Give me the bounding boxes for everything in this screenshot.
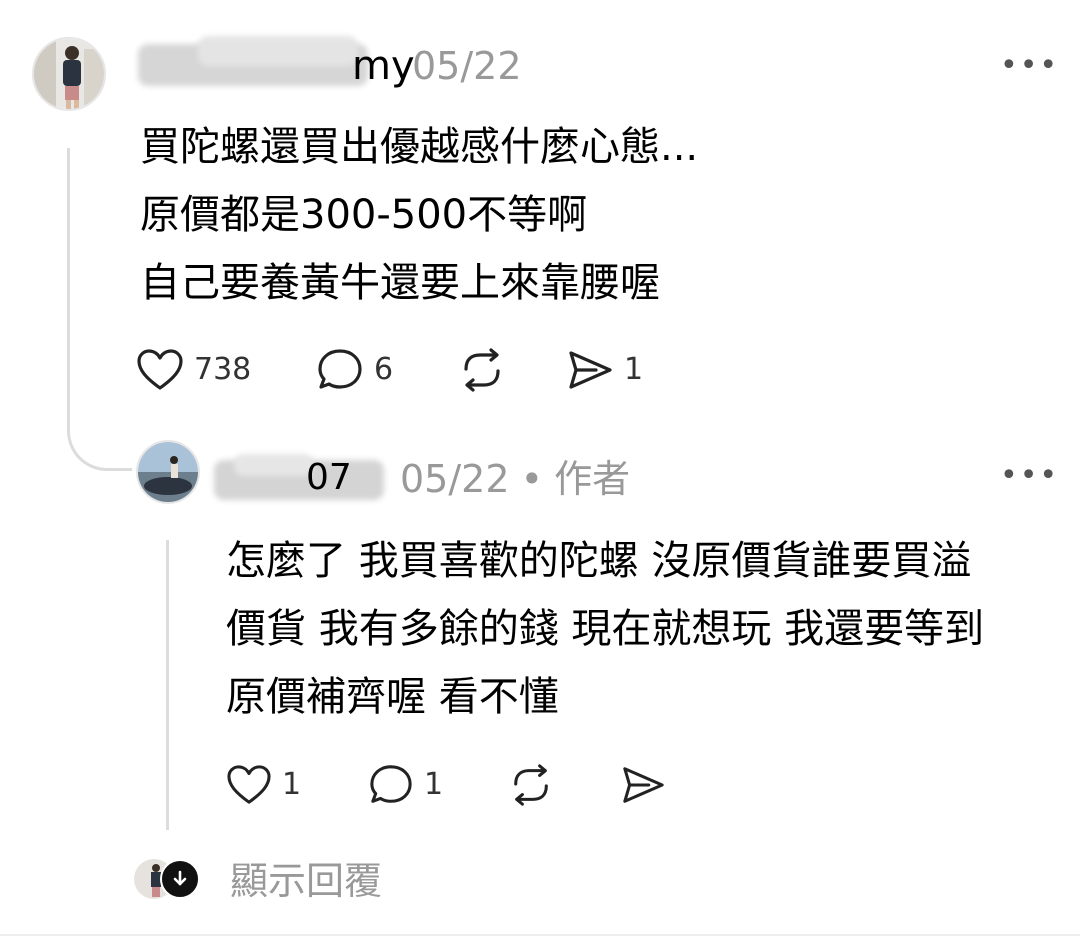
heart-icon xyxy=(137,349,183,390)
share-count: 1 xyxy=(624,352,644,387)
reply-username[interactable]: 07 xyxy=(214,454,394,506)
post-body-line: 原價都是300-500不等啊 xyxy=(140,192,588,238)
meta-separator: • xyxy=(520,457,544,501)
send-icon xyxy=(623,767,664,803)
heart-icon xyxy=(227,765,271,804)
post-username[interactable]: my xyxy=(138,36,415,92)
comment-button[interactable]: 6 xyxy=(316,345,393,395)
show-replies-label: 顯示回覆 xyxy=(230,859,383,903)
post-more-menu-icon[interactable]: ••• xyxy=(1000,51,1059,81)
reply-meta: 05/22 • 作者 xyxy=(400,455,630,503)
thread-view: my 05/22 ••• 買陀螺還買出優越感什麼心態... 原價都是300-50… xyxy=(0,0,1080,939)
reply-comment-button[interactable]: 1 xyxy=(368,760,443,810)
reply-avatar[interactable] xyxy=(136,440,200,504)
reply-more-menu-icon[interactable]: ••• xyxy=(1000,461,1059,491)
reply-actions: 1 1 xyxy=(226,760,686,810)
reply-like-button[interactable]: 1 xyxy=(226,760,301,810)
bottom-divider xyxy=(0,934,1080,936)
post-date: 05/22 xyxy=(412,44,522,88)
arrow-down-icon xyxy=(160,859,200,899)
post-body-line: 自己要養黃牛還要上來靠腰喔 xyxy=(140,260,660,306)
comment-icon xyxy=(318,349,362,389)
reply-share-button[interactable] xyxy=(620,760,666,810)
repost-icon xyxy=(514,764,548,806)
reply-body-line: 原價補齊喔 看不懂 xyxy=(226,674,559,720)
post-avatar[interactable] xyxy=(32,37,106,111)
post-actions: 738 6 1 xyxy=(136,345,696,395)
like-button[interactable]: 738 xyxy=(136,345,251,395)
author-badge: 作者 xyxy=(554,457,631,501)
share-button[interactable]: 1 xyxy=(566,345,643,395)
reply-body-line: 怎麼了 我買喜歡的陀螺 沒原價貨誰要買溢 xyxy=(226,538,972,584)
show-replies-button[interactable]: 顯示回覆 xyxy=(134,855,434,909)
repost-icon xyxy=(464,348,500,392)
reply-body-line: 價貨 我有多餘的錢 現在就想玩 我還要等到 xyxy=(226,606,985,652)
repost-button[interactable] xyxy=(458,345,506,395)
post-body-line: 買陀螺還買出優越感什麼心態... xyxy=(140,124,699,170)
thread-connector xyxy=(67,148,132,471)
comment-count: 6 xyxy=(374,352,394,387)
like-count: 738 xyxy=(194,352,252,387)
reply-body: 怎麼了 我買喜歡的陀螺 沒原價貨誰要買溢 價貨 我有多餘的錢 現在就想玩 我還要… xyxy=(226,527,984,731)
reply-repost-button[interactable] xyxy=(508,760,554,810)
reply-like-count: 1 xyxy=(282,767,302,802)
send-icon xyxy=(569,351,612,389)
reply-comment-count: 1 xyxy=(424,767,444,802)
reply-date: 05/22 xyxy=(400,457,510,501)
post-username-text: my xyxy=(352,43,415,89)
reply-thread-line xyxy=(166,540,169,830)
reply-username-text: 07 xyxy=(306,457,352,498)
post-body: 買陀螺還買出優越感什麼心態... 原價都是300-500不等啊 自己要養黃牛還要… xyxy=(140,113,698,317)
comment-icon xyxy=(370,765,412,803)
